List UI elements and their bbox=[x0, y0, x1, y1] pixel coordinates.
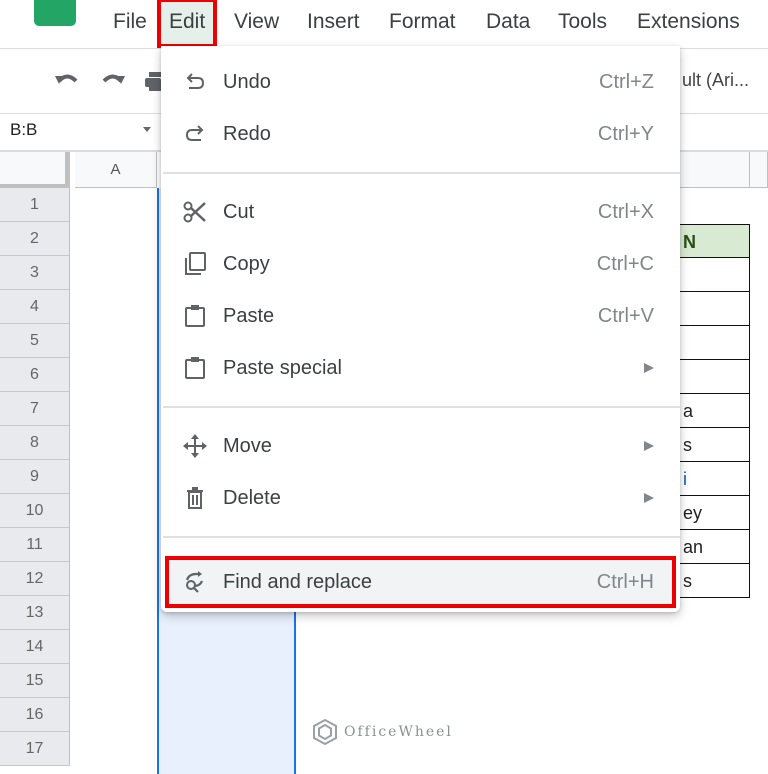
menu-item-paste[interactable]: Paste Ctrl+V bbox=[161, 290, 680, 342]
edit-menu-dropdown: Undo Ctrl+Z Redo Ctrl+Y Cut Ctrl+X Copy … bbox=[161, 46, 680, 612]
row-header-10[interactable]: 10 bbox=[0, 494, 70, 528]
row-header-7[interactable]: 7 bbox=[0, 392, 70, 426]
officewheel-logo-icon bbox=[313, 718, 337, 746]
menu-item-cut[interactable]: Cut Ctrl+X bbox=[161, 186, 680, 238]
scissors-icon bbox=[181, 198, 209, 226]
clipboard-icon bbox=[181, 302, 209, 330]
font-family-select[interactable]: ult (Ari... bbox=[682, 70, 749, 91]
row-header-2[interactable]: 2 bbox=[0, 222, 70, 256]
submenu-arrow-icon bbox=[644, 363, 654, 373]
menu-item-delete[interactable]: Delete bbox=[161, 472, 680, 524]
menu-file[interactable]: File bbox=[111, 10, 149, 34]
submenu-arrow-icon bbox=[644, 441, 654, 451]
row-header-5[interactable]: 5 bbox=[0, 324, 70, 358]
menu-separator bbox=[163, 536, 680, 538]
row-header-13[interactable]: 13 bbox=[0, 596, 70, 630]
menu-format[interactable]: Format bbox=[387, 10, 458, 34]
chevron-down-icon[interactable] bbox=[143, 127, 151, 132]
print-icon[interactable] bbox=[145, 70, 161, 91]
menu-bar: File Edit View Insert Format Data Tools … bbox=[0, 0, 768, 48]
trash-icon bbox=[181, 484, 209, 512]
column-header[interactable] bbox=[680, 152, 750, 188]
row-header-3[interactable]: 3 bbox=[0, 256, 70, 290]
row-header-17[interactable]: 17 bbox=[0, 732, 70, 766]
row-header-12[interactable]: 12 bbox=[0, 562, 70, 596]
row-header-9[interactable]: 9 bbox=[0, 460, 70, 494]
row-header-14[interactable]: 14 bbox=[0, 630, 70, 664]
submenu-arrow-icon bbox=[644, 493, 654, 503]
find-replace-icon bbox=[181, 568, 209, 596]
menu-tools[interactable]: Tools bbox=[556, 10, 609, 34]
watermark: OfficeWheel bbox=[312, 718, 453, 746]
menu-item-redo[interactable]: Redo Ctrl+Y bbox=[161, 108, 680, 160]
move-arrows-icon bbox=[181, 432, 209, 460]
redo-icon bbox=[181, 120, 209, 148]
menu-extensions[interactable]: Extensions bbox=[635, 10, 742, 34]
row-header-11[interactable]: 11 bbox=[0, 528, 70, 562]
row-header-8[interactable]: 8 bbox=[0, 426, 70, 460]
clipboard-icon bbox=[181, 354, 209, 382]
column-header[interactable] bbox=[750, 152, 768, 188]
undo-icon[interactable] bbox=[54, 70, 80, 90]
menu-item-find-and-replace[interactable]: Find and replace Ctrl+H bbox=[165, 556, 676, 608]
row-header-16[interactable]: 16 bbox=[0, 698, 70, 732]
menu-view[interactable]: View bbox=[232, 10, 281, 34]
column-header-a[interactable]: A bbox=[75, 152, 157, 188]
menu-data[interactable]: Data bbox=[484, 10, 532, 34]
row-header-15[interactable]: 15 bbox=[0, 664, 70, 698]
copy-icon bbox=[181, 250, 209, 278]
menu-item-copy[interactable]: Copy Ctrl+C bbox=[161, 238, 680, 290]
menu-separator bbox=[163, 172, 680, 174]
redo-icon[interactable] bbox=[100, 70, 126, 90]
row-header-1[interactable]: 1 bbox=[0, 188, 70, 222]
row-header-6[interactable]: 6 bbox=[0, 358, 70, 392]
name-box[interactable]: B:B bbox=[10, 120, 37, 140]
menu-separator bbox=[163, 406, 680, 408]
row-header-4[interactable]: 4 bbox=[0, 290, 70, 324]
menu-edit[interactable]: Edit bbox=[156, 0, 218, 48]
menu-item-paste-special[interactable]: Paste special bbox=[161, 342, 680, 394]
select-all-corner[interactable] bbox=[0, 152, 70, 188]
watermark-text: OfficeWheel bbox=[344, 724, 453, 740]
menu-item-undo[interactable]: Undo Ctrl+Z bbox=[161, 56, 680, 108]
menu-insert[interactable]: Insert bbox=[305, 10, 362, 34]
undo-icon bbox=[181, 68, 209, 96]
menu-item-move[interactable]: Move bbox=[161, 420, 680, 472]
